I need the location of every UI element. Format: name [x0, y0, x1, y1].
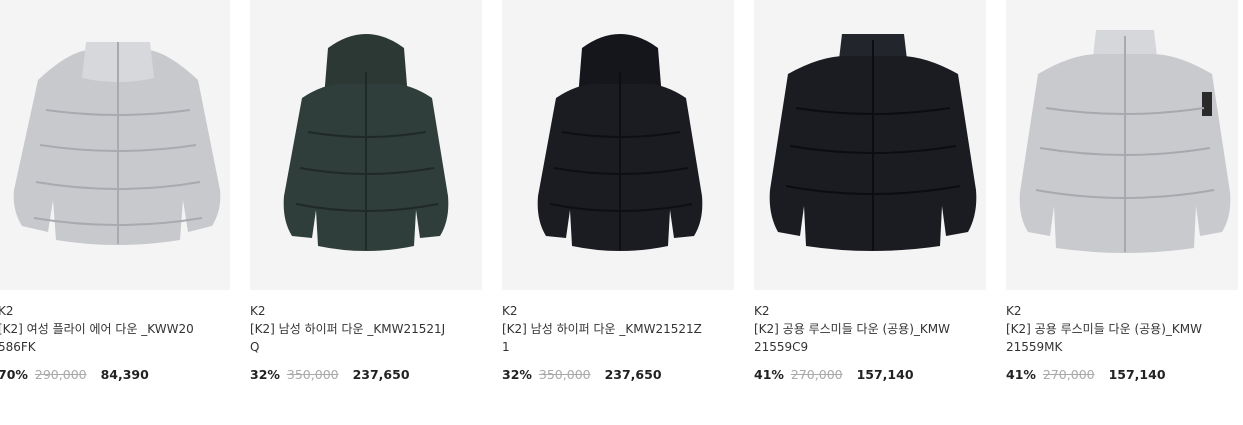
- product-brand: K2: [1006, 304, 1022, 318]
- product-card[interactable]: K2 [K2] 공용 루스미들 다운 (공용)_KMW21559C9 41% 2…: [754, 0, 986, 400]
- sale-price: 157,140: [856, 367, 914, 382]
- discount-rate: 70%: [0, 367, 28, 382]
- original-price: 270,000: [790, 367, 843, 382]
- price-row: 70% 290,000 84,390: [0, 367, 149, 382]
- sale-price: 237,650: [604, 367, 662, 382]
- product-brand: K2: [754, 304, 770, 318]
- price-row: 32% 350,000 237,650: [502, 367, 662, 382]
- jacket-image: [754, 0, 986, 290]
- jacket-image: [1006, 0, 1238, 290]
- product-image[interactable]: [250, 0, 482, 290]
- product-image[interactable]: [502, 0, 734, 290]
- product-card[interactable]: K2 [K2] 남성 하이퍼 다운 _KMW21521Z1 32% 350,00…: [502, 0, 734, 400]
- jacket-image: [0, 0, 230, 290]
- product-title[interactable]: [K2] 여성 플라이 에어 다운 _KWW20586FK: [0, 320, 198, 356]
- discount-rate: 41%: [754, 367, 784, 382]
- discount-rate: 41%: [1006, 367, 1036, 382]
- product-title[interactable]: [K2] 공용 루스미들 다운 (공용)_KMW21559C9: [754, 320, 954, 356]
- product-card[interactable]: K2 [K2] 여성 플라이 에어 다운 _KWW20586FK 70% 290…: [0, 0, 230, 400]
- sale-price: 84,390: [100, 367, 149, 382]
- product-brand: K2: [250, 304, 266, 318]
- hooded-jacket-image: [250, 0, 482, 290]
- product-image[interactable]: [754, 0, 986, 290]
- sale-price: 237,650: [352, 367, 410, 382]
- price-row: 41% 270,000 157,140: [1006, 367, 1166, 382]
- product-brand: K2: [0, 304, 14, 318]
- original-price: 350,000: [286, 367, 339, 382]
- product-title[interactable]: [K2] 남성 하이퍼 다운 _KMW21521JQ: [250, 320, 450, 356]
- product-brand: K2: [502, 304, 518, 318]
- product-card[interactable]: K2 [K2] 공용 루스미들 다운 (공용)_KMW21559MK 41% 2…: [1006, 0, 1238, 400]
- price-row: 32% 350,000 237,650: [250, 367, 410, 382]
- discount-rate: 32%: [250, 367, 280, 382]
- product-title[interactable]: [K2] 공용 루스미들 다운 (공용)_KMW21559MK: [1006, 320, 1206, 356]
- original-price: 350,000: [538, 367, 591, 382]
- product-card[interactable]: K2 [K2] 남성 하이퍼 다운 _KMW21521JQ 32% 350,00…: [250, 0, 482, 400]
- product-title[interactable]: [K2] 남성 하이퍼 다운 _KMW21521Z1: [502, 320, 702, 356]
- original-price: 270,000: [1042, 367, 1095, 382]
- sale-price: 157,140: [1108, 367, 1166, 382]
- hooded-jacket-image: [502, 0, 734, 290]
- product-image[interactable]: [0, 0, 230, 290]
- price-row: 41% 270,000 157,140: [754, 367, 914, 382]
- product-grid: K2 [K2] 여성 플라이 에어 다운 _KWW20586FK 70% 290…: [0, 0, 1243, 425]
- original-price: 290,000: [34, 367, 87, 382]
- discount-rate: 32%: [502, 367, 532, 382]
- product-image[interactable]: [1006, 0, 1238, 290]
